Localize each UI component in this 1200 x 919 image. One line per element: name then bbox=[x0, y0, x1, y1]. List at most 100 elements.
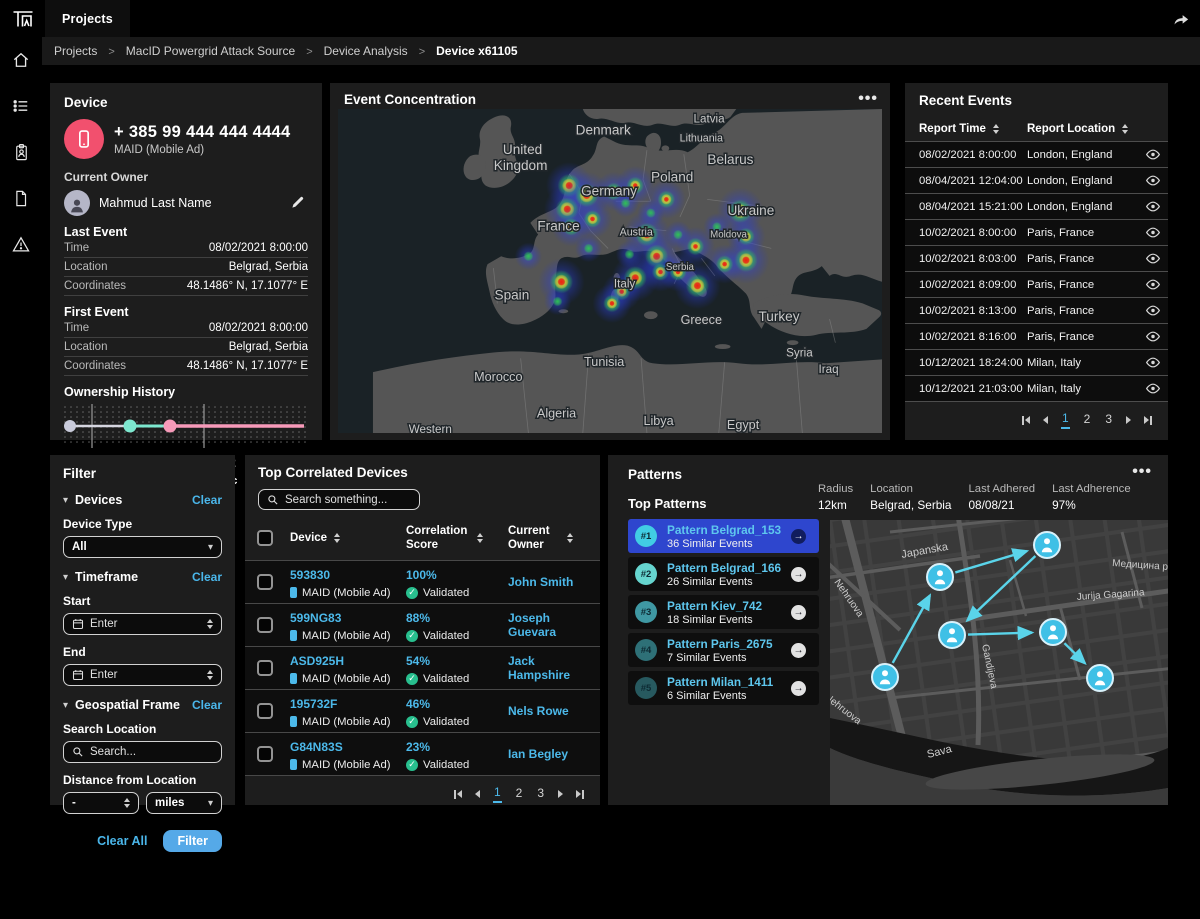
sort-icon[interactable] bbox=[567, 533, 573, 543]
device-id-link[interactable]: 195732F bbox=[290, 697, 337, 711]
device-id-link[interactable]: 593830 bbox=[290, 568, 330, 582]
prev-page-button[interactable] bbox=[1043, 416, 1048, 424]
row-checkbox[interactable] bbox=[257, 746, 273, 762]
pattern-item[interactable]: #4 Pattern Paris_2675 7 Similar Events → bbox=[628, 633, 819, 667]
location-node[interactable] bbox=[872, 664, 898, 690]
device-id-link[interactable]: G84N83S bbox=[290, 740, 343, 754]
app-logo[interactable] bbox=[0, 0, 45, 37]
device-id-link[interactable]: 599NG83 bbox=[290, 611, 341, 625]
owner-link[interactable]: Joseph Guevara bbox=[508, 611, 600, 639]
document-icon[interactable] bbox=[10, 187, 32, 209]
home-icon[interactable] bbox=[10, 49, 32, 71]
sort-icon[interactable] bbox=[334, 533, 340, 543]
pattern-item[interactable]: #1 Pattern Belgrad_153 36 Similar Events… bbox=[628, 519, 819, 553]
sort-icon[interactable] bbox=[993, 124, 999, 134]
share-button[interactable] bbox=[1160, 0, 1200, 37]
first-page-button[interactable] bbox=[1022, 416, 1030, 425]
distance-unit-select[interactable]: miles ▾ bbox=[146, 792, 222, 814]
start-date-input[interactable]: Enter bbox=[63, 613, 222, 635]
row-checkbox[interactable] bbox=[257, 703, 273, 719]
devices-group-title[interactable]: Devices bbox=[75, 493, 192, 507]
first-page-button[interactable] bbox=[454, 790, 462, 799]
pattern-open-icon[interactable]: → bbox=[791, 529, 806, 544]
page-number[interactable]: 3 bbox=[536, 786, 545, 802]
europe-heatmap[interactable]: DenmarkLatviaLithuaniaUnitedKingdomBelar… bbox=[338, 109, 882, 433]
timeline-dot-not-assigned[interactable] bbox=[64, 420, 76, 432]
owner-link[interactable]: Ian Begley bbox=[508, 747, 600, 761]
view-event-button[interactable] bbox=[1138, 383, 1168, 394]
column-device[interactable]: Device bbox=[290, 531, 406, 545]
view-event-button[interactable] bbox=[1138, 357, 1168, 368]
clear-devices-button[interactable]: Clear bbox=[192, 493, 222, 507]
location-node[interactable] bbox=[939, 622, 965, 648]
view-event-button[interactable] bbox=[1138, 149, 1168, 160]
end-date-input[interactable]: Enter bbox=[63, 664, 222, 686]
row-checkbox[interactable] bbox=[257, 660, 273, 676]
timeline-dot-john-jovanic[interactable] bbox=[124, 420, 137, 433]
pattern-item[interactable]: #5 Pattern Milan_1411 6 Similar Events → bbox=[628, 671, 819, 705]
breadcrumb-item[interactable]: Device Analysis bbox=[324, 44, 436, 58]
column-report-time[interactable]: Report Time bbox=[919, 123, 1027, 135]
view-event-button[interactable] bbox=[1138, 201, 1168, 212]
location-node[interactable] bbox=[1034, 532, 1060, 558]
row-checkbox[interactable] bbox=[257, 617, 273, 633]
owner-link[interactable]: John Smith bbox=[508, 575, 600, 589]
correlated-search-input[interactable]: Search something... bbox=[258, 489, 420, 510]
view-event-button[interactable] bbox=[1138, 279, 1168, 290]
last-page-button[interactable] bbox=[1144, 416, 1152, 425]
location-node[interactable] bbox=[927, 564, 953, 590]
next-page-button[interactable] bbox=[558, 790, 563, 798]
page-number[interactable]: 2 bbox=[515, 786, 524, 802]
search-location-input[interactable]: Search... bbox=[63, 741, 222, 763]
timeline-dot-ibrahim-stanic[interactable] bbox=[164, 420, 177, 433]
apply-filter-button[interactable]: Filter bbox=[163, 830, 222, 852]
chevron-down-icon[interactable]: ▾ bbox=[63, 700, 68, 711]
pattern-item[interactable]: #2 Pattern Belgrad_166 26 Similar Events… bbox=[628, 557, 819, 591]
tab-projects[interactable]: Projects bbox=[45, 0, 132, 37]
pattern-open-icon[interactable]: → bbox=[791, 605, 806, 620]
view-event-button[interactable] bbox=[1138, 331, 1168, 342]
sort-icon[interactable] bbox=[1122, 124, 1128, 134]
geospatial-group-title[interactable]: Geospatial Frame bbox=[75, 698, 192, 712]
device-type-select[interactable]: All ▾ bbox=[63, 536, 222, 558]
location-node[interactable] bbox=[1040, 619, 1066, 645]
owner-link[interactable]: Jack Hampshire bbox=[508, 654, 600, 682]
pattern-open-icon[interactable]: → bbox=[791, 643, 806, 658]
page-number[interactable]: 1 bbox=[493, 785, 502, 803]
pattern-open-icon[interactable]: → bbox=[791, 567, 806, 582]
pattern-route-map[interactable]: JapanskaМедицина радаJurija GagarinaGand… bbox=[830, 520, 1168, 805]
chevron-down-icon[interactable]: ▾ bbox=[63, 572, 68, 583]
clipboard-person-icon[interactable] bbox=[10, 141, 32, 163]
list-icon[interactable] bbox=[10, 95, 32, 117]
next-page-button[interactable] bbox=[1126, 416, 1131, 424]
view-event-button[interactable] bbox=[1138, 253, 1168, 264]
alert-icon[interactable] bbox=[10, 233, 32, 255]
more-menu-icon[interactable]: ••• bbox=[1132, 467, 1152, 482]
view-event-button[interactable] bbox=[1138, 175, 1168, 186]
clear-geospatial-button[interactable]: Clear bbox=[192, 698, 222, 712]
breadcrumb-item[interactable]: Device x61105 bbox=[436, 44, 517, 58]
stepper-icon[interactable] bbox=[207, 670, 213, 680]
location-node[interactable] bbox=[1087, 665, 1113, 691]
page-number[interactable]: 3 bbox=[1104, 412, 1113, 428]
distance-stepper[interactable]: - bbox=[63, 792, 139, 814]
clear-all-button[interactable]: Clear All bbox=[97, 834, 147, 848]
edit-owner-button[interactable] bbox=[290, 194, 308, 212]
view-event-button[interactable] bbox=[1138, 227, 1168, 238]
device-id-link[interactable]: ASD925H bbox=[290, 654, 344, 668]
column-correlation-score[interactable]: Correlation Score bbox=[406, 524, 508, 553]
pattern-item[interactable]: #3 Pattern Kiev_742 18 Similar Events → bbox=[628, 595, 819, 629]
more-menu-icon[interactable]: ••• bbox=[858, 94, 878, 104]
row-checkbox[interactable] bbox=[257, 574, 273, 590]
breadcrumb-item[interactable]: Projects bbox=[54, 44, 126, 58]
prev-page-button[interactable] bbox=[475, 790, 480, 798]
page-number[interactable]: 1 bbox=[1061, 411, 1070, 429]
column-current-owner[interactable]: Current Owner bbox=[508, 524, 600, 553]
timeframe-group-title[interactable]: Timeframe bbox=[75, 570, 192, 584]
select-all-checkbox[interactable] bbox=[257, 530, 273, 546]
page-number[interactable]: 2 bbox=[1083, 412, 1092, 428]
owner-link[interactable]: Nels Rowe bbox=[508, 704, 600, 718]
pattern-open-icon[interactable]: → bbox=[791, 681, 806, 696]
clear-timeframe-button[interactable]: Clear bbox=[192, 570, 222, 584]
view-event-button[interactable] bbox=[1138, 305, 1168, 316]
